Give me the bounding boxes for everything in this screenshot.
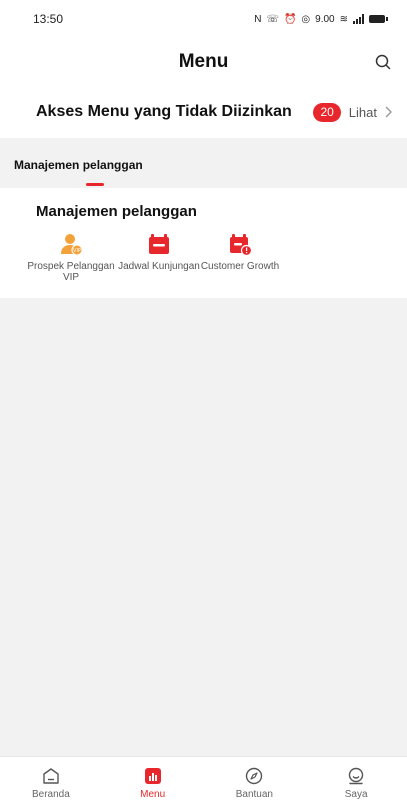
status-icons: N ☏ ⏰ ◎ 9.00 ≋	[254, 13, 388, 25]
menu-chart-icon	[144, 768, 161, 784]
nav-item-menu[interactable]: Menu	[102, 757, 204, 807]
compass-icon	[246, 767, 263, 785]
signal-icon	[353, 14, 364, 24]
bottom-nav: Beranda Menu Bantuan Saya	[0, 756, 407, 807]
view-link[interactable]: Lihat	[349, 105, 377, 120]
nav-item-saya[interactable]: Saya	[305, 757, 407, 807]
menu-item-label: Jadwal Kunjungan	[118, 261, 200, 272]
menu-section: Manajemen pelanggan VIP Prospek Pelangga…	[0, 188, 407, 298]
menu-item-label: Customer Growth	[200, 261, 280, 272]
nav-label: Menu	[140, 789, 166, 800]
alarm-icon: ⏰	[283, 13, 297, 25]
menu-item-label: Prospek Pelanggan VIP	[27, 261, 115, 283]
app-header: Menu	[0, 38, 407, 86]
battery-icon	[369, 15, 388, 23]
growth-calendar-icon	[230, 234, 252, 256]
nav-label: Saya	[344, 789, 368, 800]
menu-item-customer-growth[interactable]: Customer Growth	[196, 232, 284, 272]
location-icon: ◎	[301, 13, 311, 25]
category-tabs: Manajemen pelanggan	[0, 148, 407, 188]
menu-item-jadwal-kunjungan[interactable]: Jadwal Kunjungan	[115, 232, 203, 272]
svg-text:VIP: VIP	[73, 248, 81, 254]
denied-count-badge: 20	[313, 102, 341, 122]
nav-item-bantuan[interactable]: Bantuan	[204, 757, 306, 807]
tab-manajemen-pelanggan[interactable]: Manajemen pelanggan	[14, 158, 143, 172]
nav-label: Bantuan	[235, 789, 273, 800]
chevron-right-icon	[385, 106, 392, 118]
vip-prospect-icon: VIP	[61, 234, 83, 256]
denied-access-title: Akses Menu yang Tidak Diizinkan	[36, 103, 292, 120]
section-title: Manajemen pelanggan	[36, 203, 197, 220]
nfc-icon: N	[254, 13, 262, 25]
active-tab-indicator	[86, 183, 104, 186]
status-bar: 13:50 N ☏ ⏰ ◎ 9.00 ≋	[0, 0, 407, 38]
nav-item-beranda[interactable]: Beranda	[0, 757, 102, 807]
wifi-icon: ≋	[339, 13, 348, 25]
calendar-icon	[149, 234, 169, 254]
status-time: 13:50	[33, 12, 64, 26]
menu-item-prospek-vip[interactable]: VIP Prospek Pelanggan VIP	[27, 232, 115, 283]
search-icon[interactable]	[373, 52, 393, 72]
page-title: Menu	[178, 51, 229, 72]
nav-label: Beranda	[31, 789, 70, 800]
net-speed-text: 9.00	[315, 13, 335, 25]
home-icon	[43, 768, 59, 784]
profile-icon	[348, 767, 364, 785]
call-icon: ☏	[266, 13, 279, 25]
denied-access-row[interactable]: Akses Menu yang Tidak Diizinkan 20 Lihat	[0, 86, 407, 138]
